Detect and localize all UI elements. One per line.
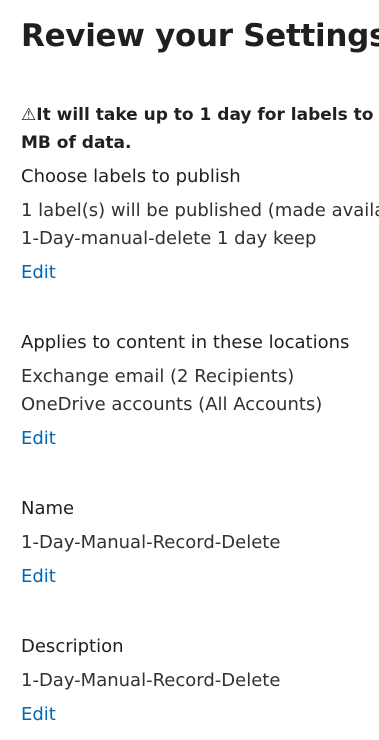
name-value: 1-Day-Manual-Record-Delete xyxy=(21,532,281,553)
publish-warning: ⚠It will take up to 1 day for labels to … xyxy=(21,101,379,157)
edit-description-link[interactable]: Edit xyxy=(21,703,56,727)
section-heading-labels: Choose labels to publish xyxy=(21,166,241,187)
warning-line-2: MB of data. xyxy=(21,133,132,153)
edit-locations-link[interactable]: Edit xyxy=(21,427,56,451)
section-description: Description 1-Day-Manual-Record-Delete E… xyxy=(21,635,379,727)
page-title: Review your Settings xyxy=(21,18,379,54)
edit-labels-link[interactable]: Edit xyxy=(21,261,56,285)
section-heading-name: Name xyxy=(21,498,75,519)
section-labels: Choose labels to publish 1 label(s) will… xyxy=(21,165,379,285)
edit-name-link[interactable]: Edit xyxy=(21,565,56,589)
section-locations: Applies to content in these locations Ex… xyxy=(21,331,379,451)
warning-text: It will take up to 1 day for labels to xyxy=(36,105,374,125)
section-heading-description: Description xyxy=(21,636,124,657)
warning-icon: ⚠ xyxy=(21,105,37,125)
location-onedrive: OneDrive accounts (All Accounts) xyxy=(21,394,323,415)
section-heading-locations: Applies to content in these locations xyxy=(21,332,350,353)
warning-line-1: ⚠It will take up to 1 day for labels to xyxy=(21,101,379,129)
location-exchange: Exchange email (2 Recipients) xyxy=(21,366,295,387)
description-value: 1-Day-Manual-Record-Delete xyxy=(21,670,281,691)
section-name: Name 1-Day-Manual-Record-Delete Edit xyxy=(21,497,379,589)
labels-item: 1-Day-manual-delete 1 day keep xyxy=(21,228,317,249)
labels-summary: 1 label(s) will be published (made avail… xyxy=(21,200,379,221)
